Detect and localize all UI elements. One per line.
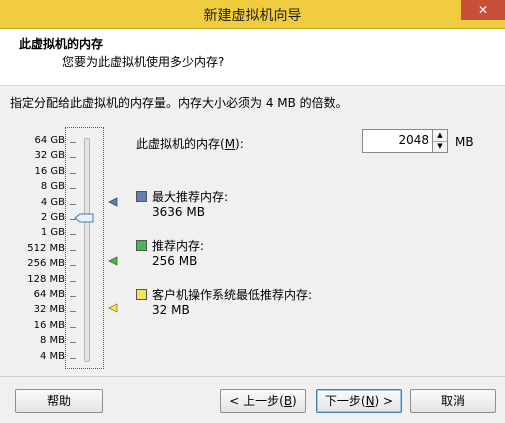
slider-tick [70, 142, 76, 143]
close-icon[interactable]: ✕ [461, 0, 505, 20]
spin-down-icon[interactable]: ▼ [433, 141, 447, 152]
recommended-title: 推荐内存: [152, 239, 205, 253]
scale-label: 64 MB [33, 289, 65, 300]
scale-label: 4 GB [40, 196, 65, 208]
min-recommended-marker [108, 303, 118, 313]
cancel-button[interactable]: 取消 [410, 389, 496, 413]
scale-label: 32 MB [33, 304, 65, 316]
slider-tick [70, 234, 76, 236]
memory-unit: MB [455, 135, 474, 149]
spin-buttons: ▲ ▼ [432, 130, 447, 152]
max-recommended-title: 最大推荐内存: [152, 190, 229, 204]
title-bar: 新建虚拟机向导 ✕ [0, 0, 505, 29]
memory-label: 此虚拟机的内存(M): [136, 137, 244, 151]
slider-thumb[interactable] [74, 213, 94, 223]
slider-tick [70, 188, 76, 190]
slider-tick [70, 311, 76, 313]
recommended-value: 256 MB [152, 254, 198, 268]
memory-spinbox[interactable]: 2048 ▲ ▼ [362, 129, 448, 153]
slider-tick [70, 249, 76, 251]
scale-label: 8 GB [40, 181, 65, 193]
slider-tick [70, 280, 76, 282]
footer-divider [0, 376, 505, 377]
min-recommended-title: 客户机操作系统最低推荐内存: [152, 288, 313, 302]
recommended-legend-icon [136, 240, 147, 251]
recommended-marker [108, 256, 118, 266]
slider-tick [70, 203, 76, 205]
memory-slider[interactable] [65, 127, 104, 369]
scale-label: 32 GB [34, 150, 65, 162]
min-recommended-value: 32 MB [152, 303, 190, 317]
slider-tick [70, 342, 76, 344]
slider-tick [70, 296, 76, 297]
max-recommended-legend-icon [136, 191, 147, 202]
wizard-header: 此虚拟机的内存 您要为此虚拟机使用多少内存? [0, 29, 505, 86]
slider-tick [70, 157, 76, 159]
scale-label: 2 GB [40, 212, 65, 223]
scale-label: 512 MB [27, 242, 65, 254]
description-text: 指定分配给此虚拟机的内存量。内存大小必须为 4 MB 的倍数。 [10, 96, 348, 110]
back-button[interactable]: < 上一步(B) [220, 389, 306, 413]
slider-track[interactable] [84, 138, 90, 362]
slider-tick [70, 265, 76, 267]
scale-label: 8 MB [39, 335, 65, 347]
memory-input[interactable]: 2048 [398, 133, 429, 147]
scale-label: 256 MB [27, 258, 65, 270]
scale-label: 16 MB [33, 319, 65, 331]
min-recommended-legend-icon [136, 289, 147, 300]
next-button[interactable]: 下一步(N) > [316, 389, 402, 413]
page-title: 此虚拟机的内存 [19, 37, 104, 51]
scale-label: 4 MB [39, 350, 65, 362]
slider-tick [70, 357, 76, 359]
scale-label: 64 GB [34, 135, 65, 146]
help-button[interactable]: 帮助 [15, 389, 103, 413]
scale-label: 16 GB [34, 165, 65, 177]
slider-tick [70, 326, 76, 328]
page-subtitle: 您要为此虚拟机使用多少内存? [62, 55, 225, 69]
window-title: 新建虚拟机向导 [203, 8, 302, 24]
scale-label: 1 GB [40, 227, 65, 239]
max-recommended-value: 3636 MB [152, 205, 205, 219]
max-recommended-marker [108, 197, 118, 207]
slider-tick [70, 172, 76, 174]
scale-label: 128 MB [27, 273, 65, 285]
